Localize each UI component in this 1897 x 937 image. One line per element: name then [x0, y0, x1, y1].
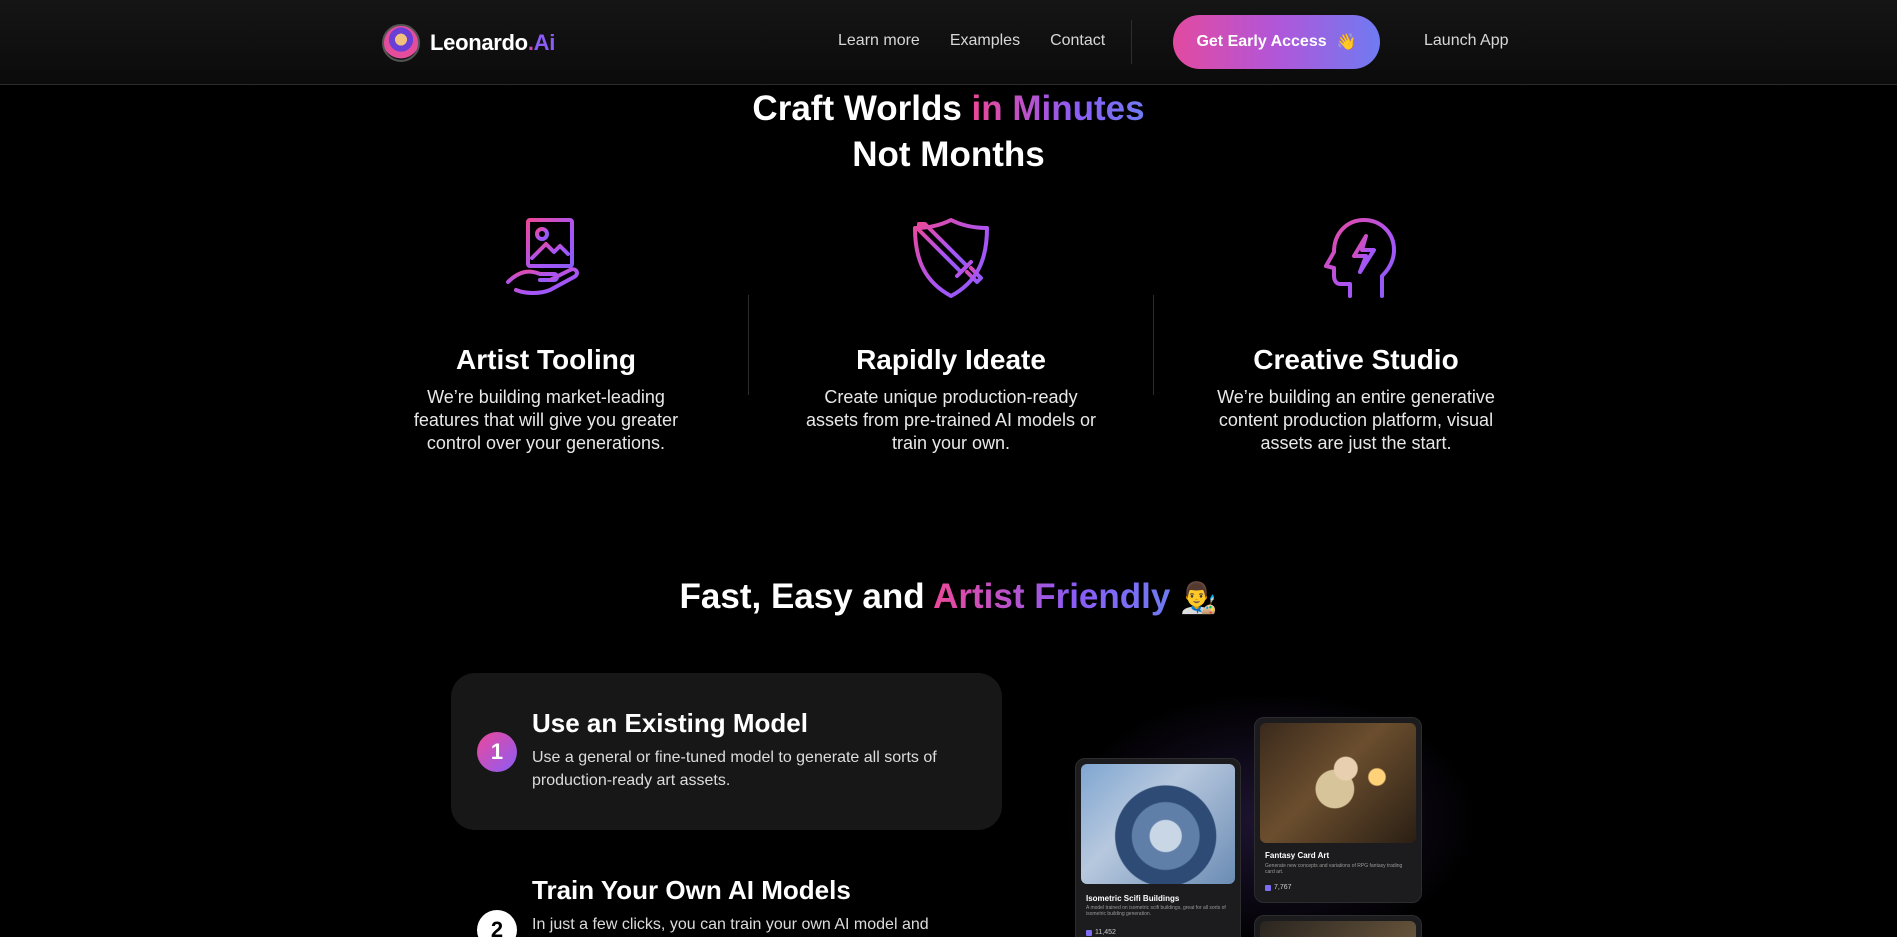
section-title-accent: Artist Friendly: [933, 577, 1171, 616]
hero-title-accent: in Minutes: [971, 89, 1145, 128]
model-card[interactable]: Fantasy Card Art Generate new concepts a…: [1254, 717, 1422, 903]
sword-shield-icon: [905, 210, 997, 302]
nav-link-learn-more[interactable]: Learn more: [838, 32, 920, 50]
nav-links: Learn more Examples Contact: [838, 32, 1105, 50]
section-title: Fast, Easy and Artist Friendly 👨‍🎨: [0, 577, 1897, 617]
feature-divider: [748, 295, 749, 395]
likes-count: 11,452: [1095, 929, 1116, 936]
model-card-description: A model trained on isometric scifi build…: [1086, 905, 1226, 917]
feature-title: Artist Tooling: [456, 344, 636, 375]
feature-title: Creative Studio: [1253, 344, 1459, 375]
model-card-image: [1260, 723, 1416, 843]
model-card-description: Generate new concepts and variations of …: [1265, 863, 1403, 875]
brand-logo[interactable]: Leonardo.Ai: [382, 24, 555, 62]
logo-avatar-icon: [382, 24, 420, 62]
model-card-title: Isometric Scifi Buildings: [1086, 894, 1180, 903]
artist-emoji-icon: 👨‍🎨: [1180, 582, 1218, 615]
head-lightning-icon: [1310, 210, 1402, 302]
brand-name: Leonardo.Ai: [430, 30, 556, 55]
nav-link-examples[interactable]: Examples: [950, 32, 1020, 50]
model-card-image: [1260, 921, 1416, 937]
step-description: Use a general or fine-tuned model to gen…: [532, 749, 937, 789]
feature-text: We’re building an entire generative cont…: [1217, 387, 1495, 453]
feature-divider: [1153, 295, 1154, 395]
model-card-image: [1081, 764, 1235, 884]
nav-link-contact[interactable]: Contact: [1050, 32, 1105, 50]
wave-icon: 👋: [1336, 34, 1357, 51]
feature-artist-tooling: Artist Tooling We’re building market-lea…: [396, 210, 696, 455]
like-icon: [1086, 929, 1092, 936]
image-hand-icon: [500, 210, 592, 302]
get-early-access-button[interactable]: Get Early Access 👋: [1173, 15, 1380, 69]
feature-creative-studio: Creative Studio We’re building an entire…: [1206, 210, 1506, 455]
model-card[interactable]: [1254, 915, 1422, 937]
likes-count: 7,767: [1274, 884, 1292, 891]
hero-title: Craft Worlds in Minutes: [0, 86, 1897, 131]
step-title[interactable]: Train Your Own AI Models: [532, 875, 851, 906]
step-title: Use an Existing Model: [532, 708, 808, 738]
step-number-badge: 2: [477, 910, 517, 937]
model-card-likes: 11,452: [1086, 929, 1116, 936]
feature-title: Rapidly Ideate: [856, 344, 1046, 375]
hero-title-line2: Not Months: [852, 135, 1045, 174]
model-card[interactable]: Isometric Scifi Buildings A model traine…: [1075, 758, 1241, 937]
model-card-title: Fantasy Card Art: [1265, 851, 1330, 860]
cta-label: Get Early Access: [1196, 33, 1327, 50]
nav-divider: [1131, 20, 1132, 64]
feature-text: We’re building market-leading features t…: [413, 387, 679, 453]
feature-text: Create unique production-ready assets fr…: [805, 387, 1097, 453]
feature-rapidly-ideate: Rapidly Ideate Create unique production-…: [801, 210, 1101, 455]
hero-title-plain: Craft Worlds: [752, 89, 972, 128]
step-number-badge: 1: [477, 732, 517, 772]
like-icon: [1265, 884, 1271, 891]
top-nav: Leonardo.Ai Learn more Examples Contact …: [0, 0, 1897, 85]
step-description: In just a few clicks, you can train your…: [532, 916, 929, 933]
model-card-likes: 7,767: [1265, 884, 1292, 891]
launch-app-link[interactable]: Launch App: [1424, 32, 1509, 50]
section-title-plain: Fast, Easy and: [679, 577, 934, 616]
